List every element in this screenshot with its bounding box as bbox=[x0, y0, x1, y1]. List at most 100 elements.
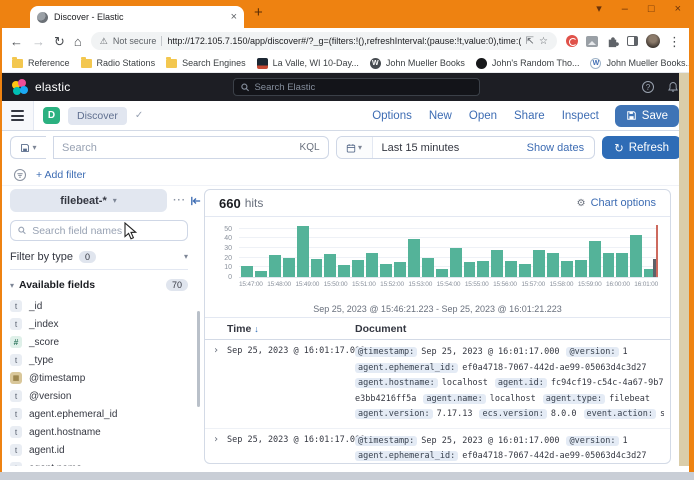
histogram-bar[interactable] bbox=[547, 253, 559, 277]
address-bar[interactable]: ⚠ Not secure http://172.105.7.150/app/di… bbox=[91, 32, 557, 50]
index-options-icon[interactable]: ··· bbox=[173, 195, 186, 206]
collapse-sidebar-icon[interactable] bbox=[190, 196, 202, 206]
field-item[interactable]: ▦@timestamp bbox=[10, 369, 202, 387]
field-badge[interactable]: agent.ephemeral_id: bbox=[355, 363, 458, 373]
histogram-bar[interactable] bbox=[380, 264, 392, 277]
histogram-bar[interactable] bbox=[533, 250, 545, 277]
time-range-value[interactable]: Last 15 minutes bbox=[373, 142, 460, 154]
calendar-button[interactable]: ▾ bbox=[337, 137, 373, 158]
histogram-chart[interactable]: 01020304050 15:47:0015:48:0015:49:0015:5… bbox=[213, 225, 660, 303]
tab-search-icon[interactable]: ▾ bbox=[596, 2, 602, 15]
chart-options-link[interactable]: ⚙ Chart options bbox=[577, 197, 656, 209]
forward-icon[interactable]: → bbox=[32, 35, 45, 48]
space-avatar[interactable]: D bbox=[43, 107, 60, 124]
bookmark-item[interactable]: La Valle, WI 10-Day... bbox=[257, 58, 359, 69]
extensions-puzzle-icon[interactable] bbox=[606, 35, 619, 48]
menu-inspect[interactable]: Inspect bbox=[562, 110, 599, 122]
field-badge[interactable]: agent.ephemeral_id: bbox=[355, 451, 458, 461]
alerts-bell-icon[interactable] bbox=[667, 81, 679, 93]
field-badge[interactable]: agent.id: bbox=[495, 378, 547, 388]
field-item[interactable]: t_type bbox=[10, 351, 202, 369]
field-badge[interactable]: agent.version: bbox=[355, 409, 433, 419]
histogram-bar[interactable] bbox=[352, 260, 364, 277]
help-icon[interactable]: ? bbox=[642, 81, 654, 93]
search-input[interactable] bbox=[62, 142, 294, 154]
field-item[interactable]: t_id bbox=[10, 297, 202, 315]
menu-share[interactable]: Share bbox=[514, 110, 545, 122]
save-button[interactable]: Save bbox=[615, 105, 679, 127]
field-item[interactable]: tagent.id bbox=[10, 441, 202, 459]
date-picker[interactable]: ▾ Last 15 minutes Show dates bbox=[336, 136, 596, 159]
sidebar-scrollbar[interactable] bbox=[197, 311, 200, 407]
kql-search-field[interactable]: KQL bbox=[53, 136, 329, 159]
reload-icon[interactable]: ↻ bbox=[54, 35, 65, 48]
back-icon[interactable]: ← bbox=[10, 35, 23, 48]
bookmark-star-icon[interactable]: ☆ bbox=[539, 36, 548, 47]
show-dates-link[interactable]: Show dates bbox=[527, 142, 594, 154]
field-search[interactable] bbox=[10, 220, 188, 241]
expand-row-icon[interactable]: › bbox=[205, 345, 227, 423]
index-pattern-select[interactable]: filebeat-* ▾ bbox=[10, 189, 167, 212]
histogram-bar[interactable] bbox=[616, 253, 628, 277]
url-text[interactable]: http://172.105.7.150/app/discover#/?_g=(… bbox=[167, 36, 520, 46]
field-badge[interactable]: event.action: bbox=[584, 409, 657, 419]
page-scrollbar[interactable] bbox=[679, 73, 689, 466]
bookmark-item[interactable]: Radio Stations bbox=[81, 58, 156, 68]
minimize-button[interactable]: – bbox=[622, 3, 628, 15]
field-badge[interactable]: agent.name: bbox=[423, 394, 485, 404]
bookmark-item[interactable]: Search Engines bbox=[166, 58, 246, 68]
maximize-button[interactable]: □ bbox=[648, 3, 655, 15]
global-search-input[interactable] bbox=[254, 82, 472, 93]
histogram-bar[interactable] bbox=[464, 262, 476, 277]
browser-menu-kebab-icon[interactable]: ⋮ bbox=[668, 35, 681, 48]
field-item[interactable]: tagent.name bbox=[10, 459, 202, 466]
histogram-bar[interactable] bbox=[338, 265, 350, 277]
filter-icon[interactable] bbox=[13, 168, 27, 182]
security-label[interactable]: Not secure bbox=[113, 36, 157, 46]
field-badge[interactable]: @version: bbox=[566, 436, 618, 446]
field-item[interactable]: tagent.ephemeral_id bbox=[10, 405, 202, 423]
histogram-bar[interactable] bbox=[297, 226, 309, 277]
histogram-bar[interactable] bbox=[603, 253, 615, 277]
expand-row-icon[interactable]: › bbox=[205, 434, 227, 465]
menu-open[interactable]: Open bbox=[469, 110, 497, 122]
field-item[interactable]: t_index bbox=[10, 315, 202, 333]
document-column-header[interactable]: Document bbox=[355, 323, 670, 335]
filter-by-type[interactable]: Filter by type 0 ▾ bbox=[10, 248, 188, 270]
saved-queries-button[interactable]: ▾ bbox=[10, 136, 46, 159]
bookmark-item[interactable]: John's Random Tho... bbox=[476, 58, 580, 69]
histogram-bar[interactable] bbox=[575, 260, 587, 277]
side-panel-icon[interactable] bbox=[627, 36, 638, 46]
refresh-button[interactable]: ↻ Refresh bbox=[602, 136, 681, 159]
histogram-bar[interactable] bbox=[505, 261, 517, 277]
histogram-bar[interactable] bbox=[561, 261, 573, 277]
table-row[interactable]: ›Sep 25, 2023 @ 16:01:17.000@timestamp:S… bbox=[205, 340, 670, 429]
close-button[interactable]: × bbox=[675, 3, 681, 15]
histogram-bar[interactable] bbox=[366, 253, 378, 277]
bookmark-item[interactable]: WJohn Mueller Books... bbox=[590, 58, 693, 69]
new-tab-button[interactable]: + bbox=[254, 4, 263, 21]
field-badge[interactable]: ecs.version: bbox=[479, 409, 546, 419]
menu-toggle[interactable] bbox=[2, 101, 34, 130]
histogram-bar[interactable] bbox=[491, 250, 503, 277]
adblock-extension-icon[interactable] bbox=[566, 35, 578, 47]
field-item[interactable]: t@version bbox=[10, 387, 202, 405]
field-item[interactable]: tagent.hostname bbox=[10, 423, 202, 441]
menu-new[interactable]: New bbox=[429, 110, 452, 122]
global-search[interactable] bbox=[233, 78, 480, 96]
available-fields-header[interactable]: ▾ Available fields 70 bbox=[10, 279, 188, 291]
browser-tab[interactable]: Discover - Elastic × bbox=[30, 6, 244, 28]
histogram-bar[interactable] bbox=[269, 255, 281, 277]
histogram-bar[interactable] bbox=[394, 262, 406, 277]
field-item[interactable]: #_score bbox=[10, 333, 202, 351]
field-badge[interactable]: @version: bbox=[566, 347, 618, 357]
histogram-bar[interactable] bbox=[324, 254, 336, 277]
field-badge[interactable]: agent.type: bbox=[543, 394, 605, 404]
extension-icon[interactable] bbox=[586, 36, 598, 47]
histogram-bar[interactable] bbox=[477, 261, 489, 277]
field-badge[interactable]: @timestamp: bbox=[355, 347, 417, 357]
share-icon[interactable]: ⇱ bbox=[526, 36, 534, 47]
breadcrumb[interactable]: Discover bbox=[68, 107, 127, 125]
histogram-bar[interactable] bbox=[630, 235, 642, 277]
time-column-header[interactable]: Time ↓ bbox=[227, 323, 355, 335]
